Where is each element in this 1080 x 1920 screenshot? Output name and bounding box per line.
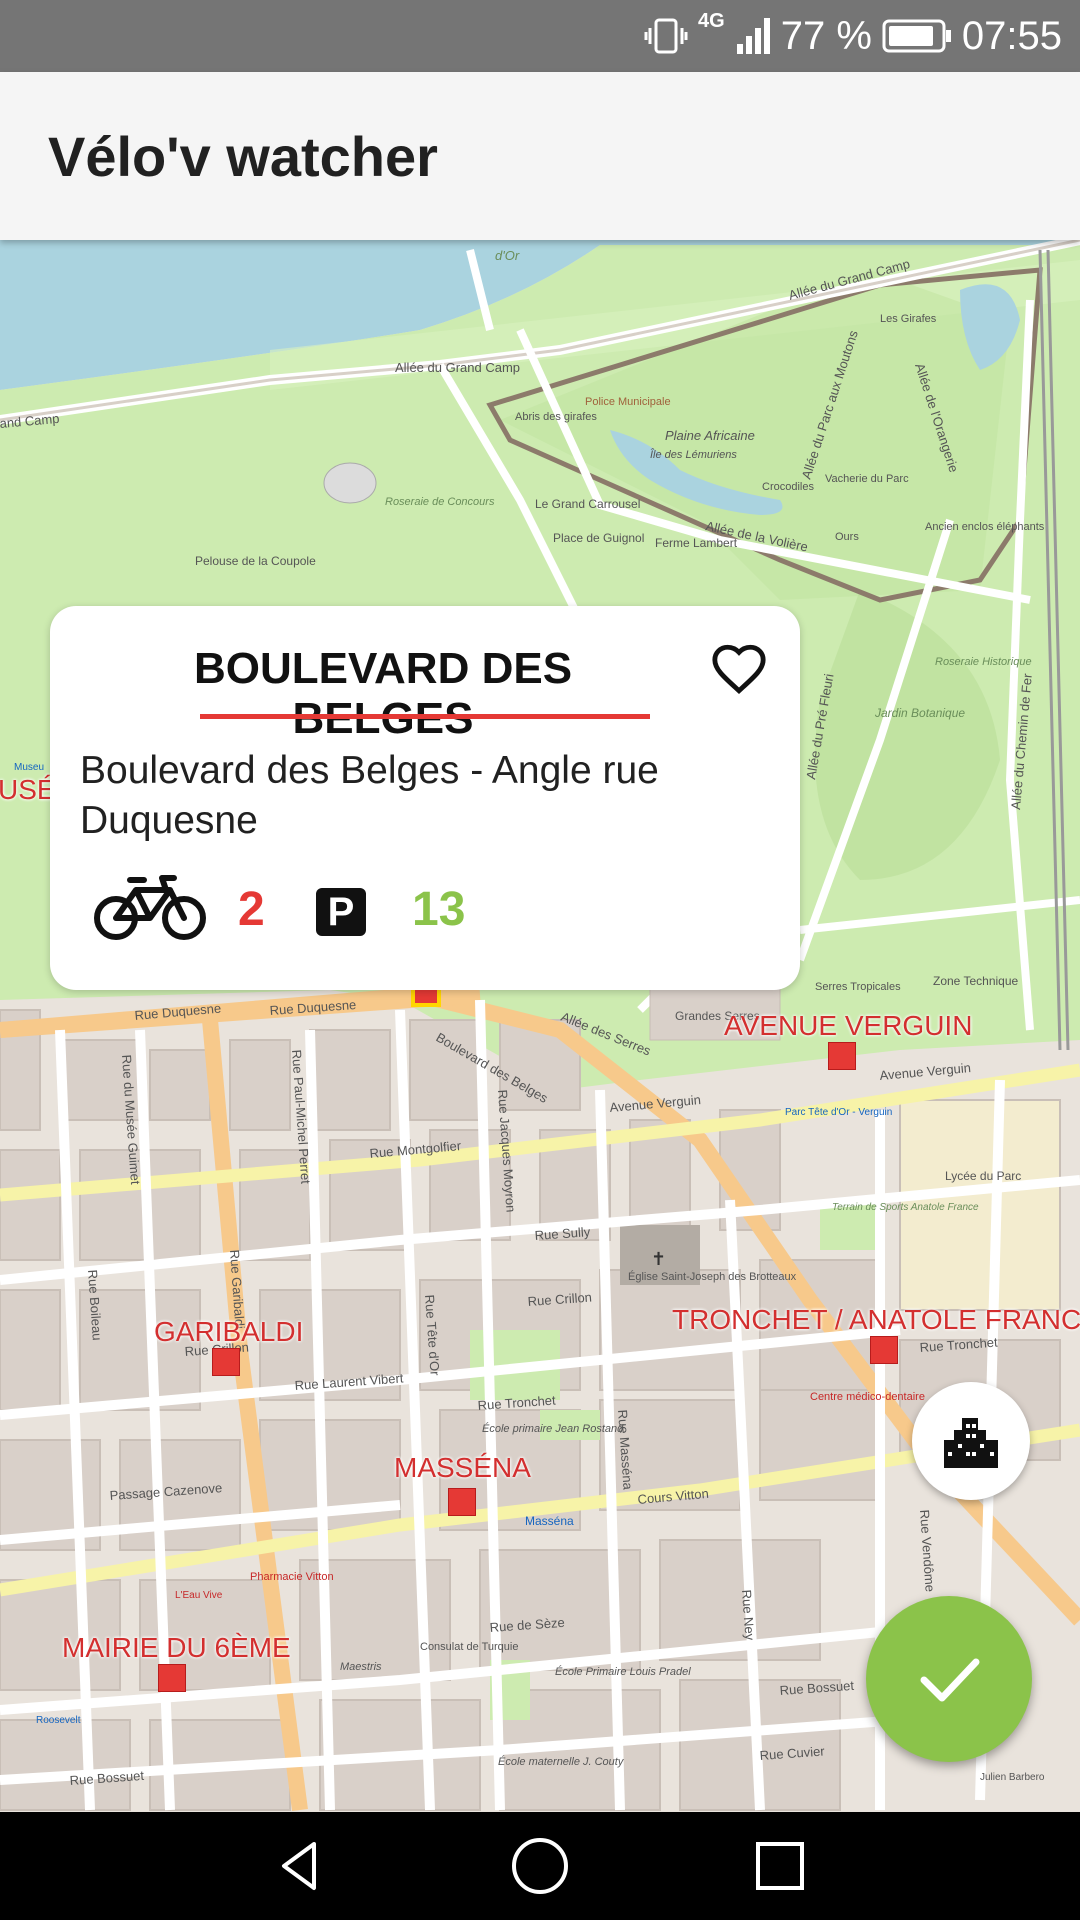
home-icon[interactable] xyxy=(510,1836,570,1896)
station-label-garibaldi: GARIBALDI xyxy=(154,1316,304,1347)
status-icons: 4G 77 % 07:55 xyxy=(644,0,1062,72)
map-label: Vacherie du Parc xyxy=(825,473,909,485)
map-label: Terrain de Sports Anatole France xyxy=(832,1202,979,1213)
network-type: 4G xyxy=(698,10,725,32)
station-name-underline xyxy=(200,714,650,719)
church-icon: ✝ xyxy=(651,1249,666,1269)
clock: 07:55 xyxy=(961,13,1062,58)
map-label: Lycée du Parc xyxy=(945,1169,1021,1183)
map-label: Les Girafes xyxy=(880,313,937,325)
map-label: d'Or xyxy=(495,248,520,263)
confirm-button[interactable] xyxy=(866,1596,1032,1762)
map-label: Serres Tropicales xyxy=(815,981,901,993)
map-label: Jardin Botanique xyxy=(874,706,965,720)
map-label: Ferme Lambert xyxy=(655,536,738,550)
map-label: Masséna xyxy=(525,1514,574,1528)
battery-icon xyxy=(882,19,951,53)
system-navigation-bar xyxy=(0,1812,1080,1920)
map-label: Place de Guignol xyxy=(553,531,644,545)
map-label: Roosevelt xyxy=(36,1715,81,1726)
map-view[interactable]: Allée du Grand Camp Allée du Grand Camp … xyxy=(0,240,1080,1812)
map-label: Police Municipale xyxy=(585,396,671,408)
map-label: Julien Barbero xyxy=(980,1772,1045,1783)
map-label: Pharmacie Vitton xyxy=(250,1571,334,1583)
map-label: Zone Technique xyxy=(933,974,1019,988)
map-label: Roseraie Historique xyxy=(935,656,1032,668)
parking-icon: P xyxy=(316,888,366,936)
station-label-tronchet: TRONCHET / ANATOLE FRANC xyxy=(672,1304,1080,1335)
station-label-massena: MASSÉNA xyxy=(394,1452,531,1483)
map-label: Maestris xyxy=(340,1661,382,1673)
station-marker-massena[interactable] xyxy=(448,1488,476,1516)
bicycle-icon xyxy=(94,875,206,940)
map-label: Ours xyxy=(835,531,859,543)
check-icon xyxy=(920,1658,980,1702)
map-label: Église Saint-Joseph des Brotteaux xyxy=(628,1270,797,1283)
available-bikes-count: 2 xyxy=(238,883,265,936)
map-label: École Primaire Louis Pradel xyxy=(555,1665,691,1678)
station-label-mairie-6: MAIRIE DU 6ÈME xyxy=(62,1632,291,1663)
map-label: Le Grand Carrousel xyxy=(535,497,640,511)
station-name: BOULEVARD DES BELGES xyxy=(193,644,573,743)
station-label-avenue-verguin: AVENUE VERGUIN xyxy=(724,1010,973,1041)
station-marker-mairie-6[interactable] xyxy=(158,1664,186,1692)
favorite-heart-icon[interactable] xyxy=(710,640,768,698)
map-label: Allée du Grand Camp xyxy=(395,360,520,375)
map-label: Centre médico-dentaire xyxy=(810,1391,925,1403)
map-label: Parc Tête d'Or - Verguin xyxy=(785,1107,892,1118)
map-label: Crocodiles xyxy=(762,481,814,493)
map-label: Abris des girafes xyxy=(515,411,597,423)
map-label: Plaine Africaine xyxy=(665,428,755,443)
station-address: Boulevard des Belges - Angle rue Duquesn… xyxy=(80,749,659,842)
app-title: Vélo'v watcher xyxy=(48,125,438,188)
station-marker-garibaldi[interactable] xyxy=(212,1348,240,1376)
map-label: L'Eau Vive xyxy=(175,1590,223,1601)
station-marker-tronchet[interactable] xyxy=(870,1336,898,1364)
station-label-partial: USÉ xyxy=(0,774,56,805)
map-label: Consulat de Turquie xyxy=(420,1641,518,1653)
map-label: École primaire Jean Rostand xyxy=(482,1422,624,1435)
map-label: Museu xyxy=(14,762,44,773)
station-marker-avenue-verguin[interactable] xyxy=(828,1042,856,1070)
map-label: Pelouse de la Coupole xyxy=(195,554,316,568)
city-buildings-icon xyxy=(944,1418,998,1468)
status-bar: 4G 77 % 07:55 xyxy=(0,0,1080,72)
city-select-button[interactable] xyxy=(912,1382,1030,1500)
recents-icon[interactable] xyxy=(750,1836,810,1896)
map-label: Roseraie de Concours xyxy=(385,496,495,508)
vibrate-icon xyxy=(644,18,688,54)
back-icon[interactable] xyxy=(270,1836,330,1896)
available-stands-count: 13 xyxy=(412,883,466,936)
station-info-card[interactable]: BOULEVARD DES BELGES Boulevard des Belge… xyxy=(50,606,800,990)
signal-icon xyxy=(736,18,770,54)
app-bar: Vélo'v watcher xyxy=(0,72,1080,240)
map-label: Île des Lémuriens xyxy=(650,448,737,461)
battery-percent: 77 % xyxy=(780,13,872,58)
map-label: École maternelle J. Couty xyxy=(498,1755,625,1768)
map-label: Ancien enclos éléphants xyxy=(925,521,1045,533)
